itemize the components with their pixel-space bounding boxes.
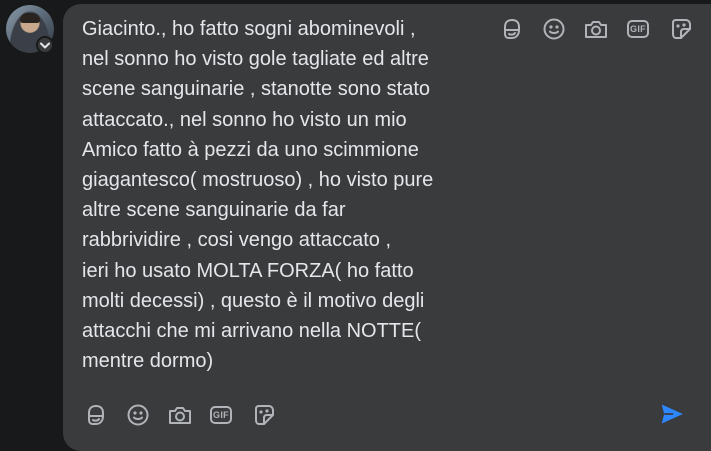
sticker-icon[interactable] — [668, 16, 694, 42]
comment-line: attacchi che mi arrivano nella NOTTE( — [82, 320, 422, 343]
comment-line: rabbrividire , cosi vengo attaccato , — [82, 229, 392, 252]
avatar-sticker-icon[interactable] — [83, 402, 109, 428]
sticker-icon[interactable] — [251, 402, 277, 428]
comment-line: nel sonno ho visto gole tagliate ed altr… — [82, 48, 429, 71]
comment-line: mentre dormo) — [82, 350, 214, 373]
comment-line: molti decessi) , questo è il motivo degl… — [82, 289, 425, 312]
comment-text[interactable]: Giacinto., ho fatto sogni abominevoli , … — [82, 14, 482, 376]
gif-label: GIF — [627, 20, 649, 38]
camera-icon[interactable] — [167, 402, 193, 428]
gif-icon[interactable]: GIF — [625, 16, 651, 42]
comment-line: ieri ho usato MOLTA FORZA( ho fatto — [82, 259, 414, 282]
account-switch-chevron-icon[interactable] — [36, 36, 54, 54]
gif-icon[interactable]: GIF — [208, 402, 234, 428]
send-icon[interactable] — [659, 401, 685, 427]
comment-composer-area: Giacinto., ho fatto sogni abominevoli , … — [0, 0, 711, 451]
camera-icon[interactable] — [583, 16, 609, 42]
comment-line: attaccato., nel sonno ho visto un mio — [82, 108, 407, 131]
comment-line: Amico fatto à pezzi da uno scimmione — [82, 138, 419, 161]
emoji-icon[interactable] — [541, 16, 567, 42]
comment-line: giagantesco( mostruoso) , ho visto pure — [82, 169, 434, 192]
gif-label: GIF — [210, 406, 232, 424]
comment-line: altre scene sanguinarie da far — [82, 199, 346, 222]
comment-line: Giacinto., ho fatto sogni abominevoli , — [82, 18, 416, 40]
avatar-sticker-icon[interactable] — [499, 16, 525, 42]
comment-line: scene sanguinarie , stanotte sono stato — [82, 78, 431, 101]
emoji-icon[interactable] — [125, 402, 151, 428]
avatar-hair — [20, 13, 40, 23]
